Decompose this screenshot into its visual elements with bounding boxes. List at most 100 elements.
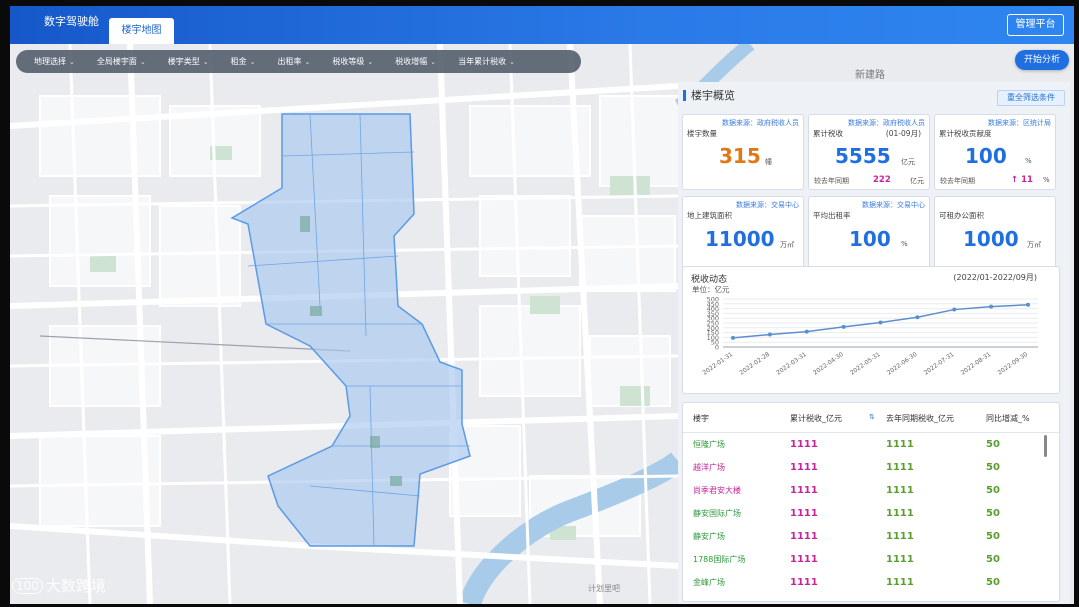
chevron-down-icon: ⌄ [367,58,374,66]
filter-building-type[interactable]: 楼宇类型 ⌄ [168,56,209,67]
table-row[interactable]: 静安广场 1111 1111 50 [683,526,1059,549]
chart-point [878,320,883,325]
watermark-logo: 100 [12,577,43,594]
kpi-card-total-tax: 数据来源：政府税收人员 累计税收 (01-09月) 5555 亿元 较去年同期 … [808,114,930,190]
filter-building-area[interactable]: 全局楼宇面 ⌄ [97,56,146,67]
kpi-compare-unit: % [1043,176,1050,184]
kpi-label: 可租办公面积 [939,211,984,220]
kpi-compare-label: 较去年同期 [814,177,849,185]
table-row[interactable]: 恒隆广场 1111 1111 50 [683,434,1059,457]
kpi-unit: 幢 [765,158,772,166]
filter-geo[interactable]: 地理选择 ⌄ [34,56,75,67]
table-row[interactable]: 尚季君安大楼 1111 1111 50 [683,480,1059,503]
kpi-value: 100 [849,227,891,251]
kpi-source: 数据来源：政府税收人员 [848,119,925,127]
kpi-label: 平均出租率 [813,211,851,220]
cell-total-tax: 1111 [790,508,818,519]
cell-building-name: 尚季君安大楼 [693,486,741,495]
kpi-label: 楼宇数量 [687,129,717,138]
chevron-down-icon: ⌄ [69,58,75,66]
table-header-total-tax[interactable]: 累计税收_亿元 [790,413,842,424]
cell-total-tax: 1111 [790,554,818,565]
sort-icon[interactable]: ⇅ [869,413,875,421]
filter-label: 出租率 [277,57,302,66]
cell-yoy: 50 [986,485,1000,496]
kpi-unit: % [901,240,908,248]
filter-label: 地理选择 [34,57,66,66]
cell-last-year-tax: 1111 [886,531,914,542]
map-road-label: 新建路 [855,68,885,81]
kpi-card-tax-contribution: 数据来源：区统计局 累计税收贡献度 100 % 较去年同期 ↑ 11 % [934,114,1056,190]
chart-point [841,324,846,329]
chevron-down-icon: ⌄ [249,58,256,66]
chart-x-tick-label: 2022-08-31 [960,351,993,377]
kpi-value: 315 [719,144,761,168]
cell-total-tax: 1111 [790,462,818,473]
chart-point [952,307,957,312]
kpi-unit: % [1025,157,1032,165]
kpi-compare-value: ↑ 11 [1011,175,1033,185]
cell-total-tax: 1111 [790,577,818,588]
filter-tax-level[interactable]: 税收等级 ⌄ [332,56,373,67]
cell-last-year-tax: 1111 [886,508,914,519]
kpi-value: 1000 [963,227,1019,251]
chart-point [1026,302,1030,307]
cell-yoy: 50 [986,531,1000,542]
filter-tax-growth[interactable]: 税收增幅 ⌄ [395,56,436,67]
chevron-down-icon: ⌄ [430,58,437,66]
tax-line-chart: 0501001502002503003504004505002022-01-31… [702,296,1038,377]
app-title: 数字驾驶舱 [44,15,99,28]
cell-building-name: 越洋广场 [693,463,725,472]
filter-rent[interactable]: 租金 ⌄ [231,56,256,67]
filter-bar: 地理选择 ⌄ 全局楼宇面 ⌄ 楼宇类型 ⌄ 租金 ⌄ 出租率 ⌄ 税收等级 ⌄ 税收增幅 ⌄ … [16,50,581,73]
table-row[interactable]: 金峰广场 1111 1111 50 [683,572,1059,595]
chevron-down-icon: ⌄ [139,58,146,66]
kpi-source: 数据来源：交易中心 [862,201,925,209]
tab-building-map[interactable]: 楼宇地图 [109,18,174,44]
app-frame: 新建路 计划里吧 数字驾驶舱 楼宇地图 管理平台 地理选择 ⌄ 全局楼宇面 ⌄ 楼宇… [10,6,1074,604]
filter-label: 全局楼宇面 [96,57,137,66]
table-row[interactable]: 静安国际广场 1111 1111 50 [683,503,1059,526]
kpi-unit: 亿元 [901,158,915,166]
kpi-card-rentable-area: 可租办公面积 1000 万㎡ [934,196,1056,271]
kpi-period: (01-09月) [885,129,921,138]
chart-x-tick-label: 2022-07-31 [923,351,956,377]
table-row[interactable]: 1788国际广场 1111 1111 50 [683,549,1059,572]
chart-x-tick-label: 2022-06-30 [886,351,919,377]
chevron-down-icon: ⌄ [509,58,515,66]
table-row[interactable]: 越洋广场 1111 1111 50 [683,457,1059,480]
cell-yoy: 50 [986,508,1000,519]
cell-building-name: 恒隆广场 [693,440,725,449]
admin-platform-button[interactable]: 管理平台 [1007,14,1064,36]
cell-yoy: 50 [986,554,1000,565]
reset-filters-button[interactable]: 重全筛选条件 [997,90,1065,106]
chevron-down-icon: ⌄ [304,58,311,66]
filter-label: 税收增幅 [395,57,428,66]
cell-total-tax: 1111 [790,485,818,496]
chevron-down-icon: ⌄ [202,58,209,66]
chart-x-tick-label: 2022-01-31 [702,351,735,377]
chart-x-tick-label: 2022-04-30 [812,351,845,377]
building-tax-table: 楼宇 累计税收_亿元 ⇅ 去年同期税收_亿元 同比增减_% 恒隆广场 1111 … [682,402,1060,602]
kpi-value: 100 [965,144,1007,168]
cell-building-name: 金峰广场 [693,578,725,587]
kpi-value: 11000 [705,227,775,251]
kpi-compare-value: 222 [873,175,891,185]
kpi-compare-unit: 亿元 [910,177,924,185]
filter-ytd-tax[interactable]: 当年累计税收 ⌄ [458,56,515,67]
filter-label: 当年累计税收 [458,57,507,66]
top-bar: 数字驾驶舱 楼宇地图 管理平台 [10,6,1074,44]
filter-label: 租金 [230,57,247,66]
chart-point [989,304,994,309]
filter-occupancy[interactable]: 出租率 ⌄ [278,56,311,67]
chart-point [731,335,735,340]
kpi-value: 5555 [835,144,891,168]
cell-yoy: 50 [986,577,1000,588]
map-road-label-2: 计划里吧 [588,583,620,593]
kpi-card-building-area: 数据来源：交易中心 地上建筑面积 11000 万㎡ [682,196,804,271]
chart-x-tick-label: 2022-09-30 [997,351,1030,377]
chart-x-tick-label: 2022-03-31 [775,351,808,377]
kpi-source: 数据来源：交易中心 [736,201,799,209]
chart-point [915,315,920,320]
start-analysis-button[interactable]: 开始分析 [1015,50,1069,70]
